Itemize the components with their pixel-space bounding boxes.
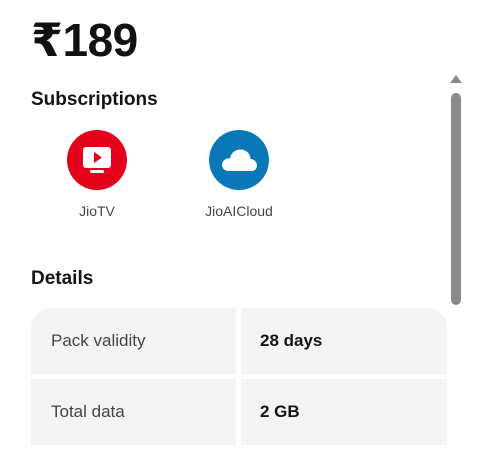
detail-value: 2 GB <box>241 379 447 445</box>
subscription-label: JioTV <box>79 203 115 219</box>
details-heading: Details <box>31 268 94 289</box>
detail-label: Pack validity <box>31 308 236 374</box>
detail-row-total-data: Total data 2 GB <box>31 379 447 445</box>
detail-value: 28 days <box>241 308 447 374</box>
detail-row-pack-validity: Pack validity 28 days <box>31 308 447 374</box>
cloud-icon <box>222 149 257 171</box>
scroll-up-arrow-icon[interactable] <box>450 75 462 83</box>
subscription-jioaicloud[interactable]: JioAICloud <box>189 130 289 219</box>
details-table: Pack validity 28 days Total data 2 GB <box>31 308 447 450</box>
detail-label: Total data <box>31 379 236 445</box>
subscription-label: JioAICloud <box>205 203 273 219</box>
plan-price: ₹189 <box>31 14 138 66</box>
subscriptions-heading: Subscriptions <box>31 89 158 110</box>
scrollbar-thumb[interactable] <box>451 93 461 305</box>
jioaicloud-logo <box>209 130 269 190</box>
subscription-jiotv[interactable]: JioTV <box>47 130 147 219</box>
jiotv-logo <box>67 130 127 190</box>
tv-play-icon <box>83 147 111 173</box>
